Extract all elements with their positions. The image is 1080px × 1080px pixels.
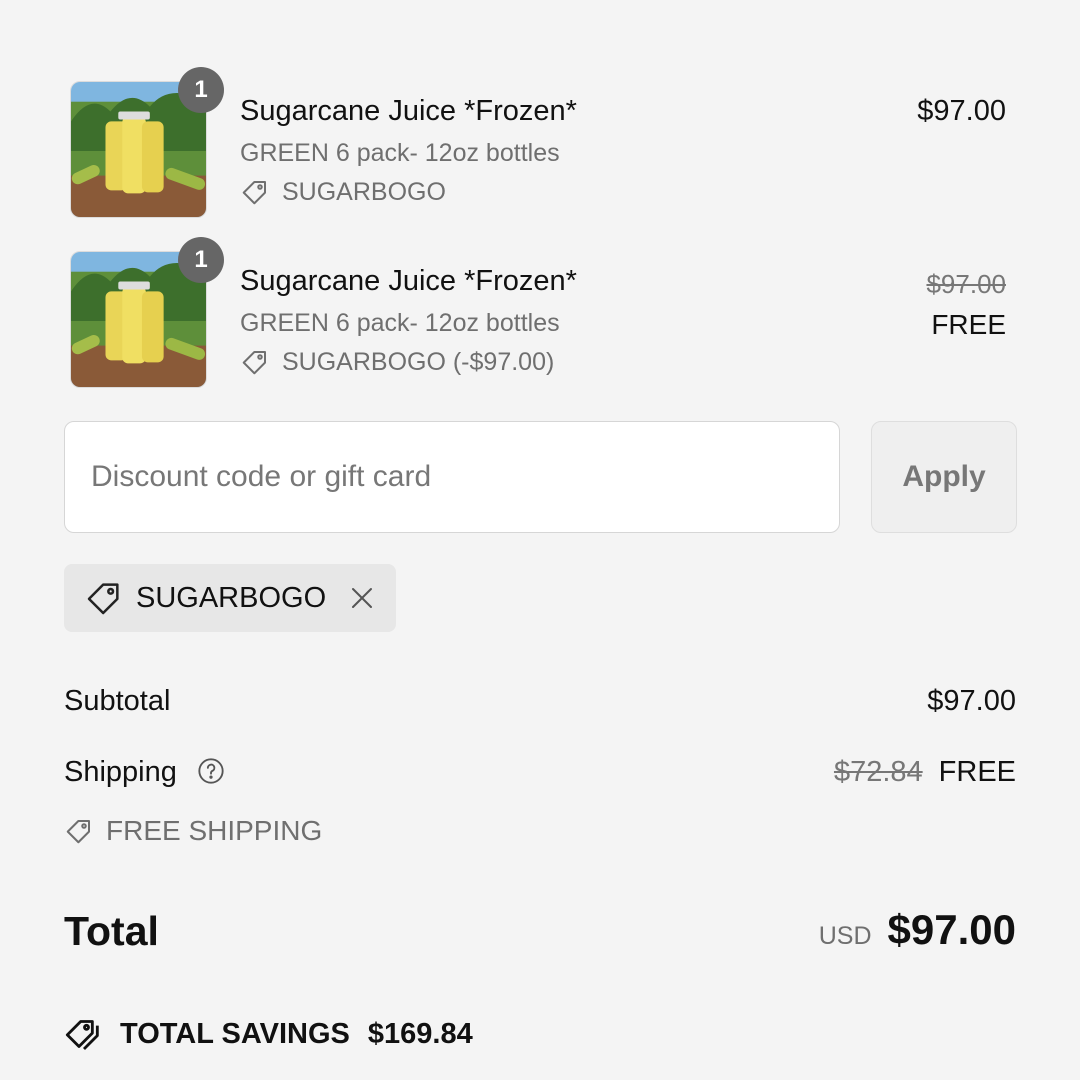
tag-icon — [242, 351, 266, 375]
applied-discount-chip: SUGARBOGO — [64, 564, 396, 632]
total-amount: $97.00 — [887, 906, 1016, 953]
discount-code-input[interactable] — [64, 421, 840, 533]
product-title: Sugarcane Juice *Frozen* — [240, 265, 577, 297]
applied-discount-label: SUGARBOGO — [136, 581, 327, 614]
tag-icon — [66, 820, 90, 844]
quantity-badge: 1 — [178, 67, 224, 113]
apply-button[interactable]: Apply — [871, 421, 1017, 533]
shipping-label: Shipping — [64, 756, 177, 788]
tag-icon — [87, 583, 119, 615]
total-value-row: USD $97.00 — [819, 906, 1016, 954]
item-final-price: FREE — [931, 309, 1006, 340]
item-original-price: $97.00 — [926, 269, 1006, 299]
item-discount: SUGARBOGO (-$97.00) — [240, 347, 554, 377]
total-label: Total — [64, 908, 159, 954]
item-discount-label: SUGARBOGO (-$97.00) — [282, 347, 555, 376]
line-item: 1 Sugarcane Juice *Frozen* GREEN 6 pack-… — [70, 67, 1010, 221]
subtotal-label: Subtotal — [64, 685, 171, 717]
shipping-value-row: $72.84 FREE — [834, 756, 1016, 789]
product-variant: GREEN 6 pack- 12oz bottles — [240, 139, 560, 167]
question-circle-icon[interactable] — [197, 757, 225, 785]
total-savings: TOTAL SAVINGS $169.84 — [64, 1014, 473, 1054]
remove-discount-button[interactable] — [348, 584, 376, 612]
close-icon — [352, 588, 373, 608]
double-tag-icon — [65, 1020, 99, 1051]
savings-amount: $169.84 — [367, 1017, 473, 1050]
item-discount: SUGARBOGO — [240, 177, 446, 207]
tag-icon — [242, 181, 266, 205]
shipping-discount: FREE SHIPPING — [64, 815, 322, 847]
shipping-original-price: $72.84 — [833, 756, 923, 788]
shipping-discount-label: FREE SHIPPING — [106, 815, 323, 846]
currency-code: USD — [818, 922, 872, 950]
line-item: 1 Sugarcane Juice *Frozen* GREEN 6 pack-… — [70, 237, 1010, 391]
item-price: $97.00 — [917, 95, 1006, 127]
quantity-badge: 1 — [178, 237, 224, 283]
subtotal-value: $97.00 — [927, 685, 1016, 717]
savings-label: TOTAL SAVINGS — [120, 1017, 350, 1050]
product-title: Sugarcane Juice *Frozen* — [240, 95, 577, 127]
product-variant: GREEN 6 pack- 12oz bottles — [240, 309, 560, 337]
item-discount-label: SUGARBOGO — [282, 177, 446, 206]
shipping-value: FREE — [938, 756, 1016, 788]
shipping-row: Shipping — [64, 756, 225, 789]
